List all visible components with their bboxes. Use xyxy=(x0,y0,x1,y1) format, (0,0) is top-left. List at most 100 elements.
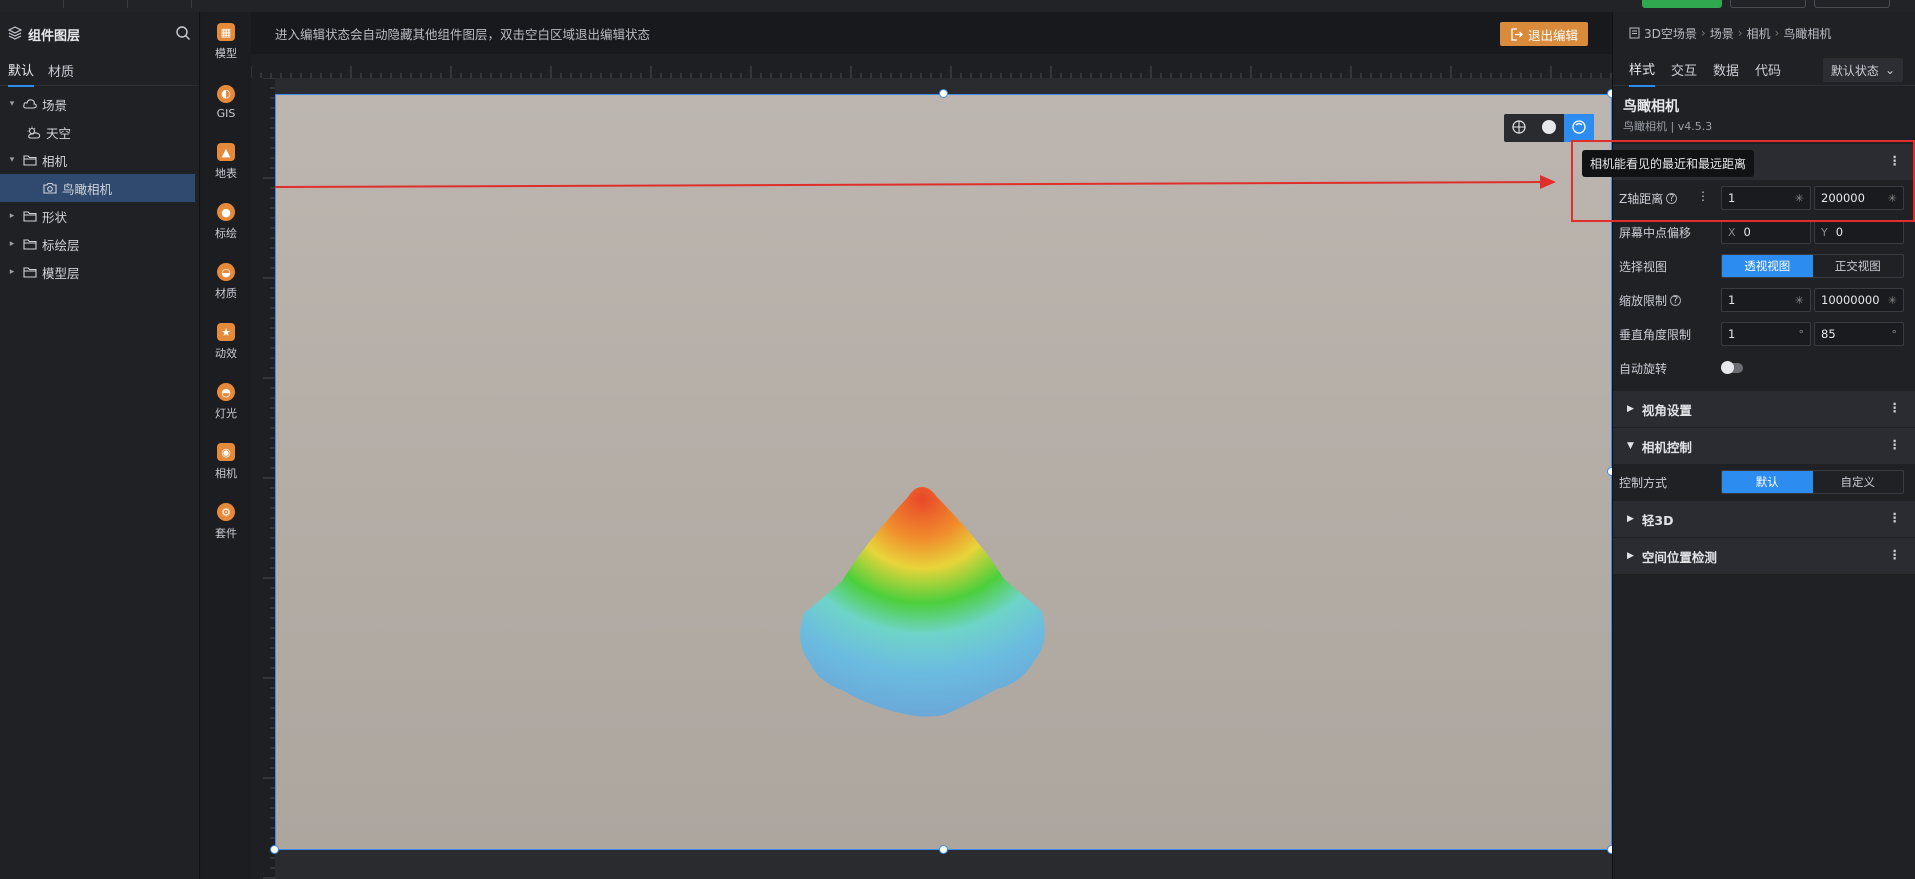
breadcrumb-item[interactable]: 鸟瞰相机 xyxy=(1783,25,1831,42)
breadcrumb-separator: › xyxy=(1774,26,1780,40)
chevron-down-icon[interactable]: ▾ xyxy=(6,99,18,109)
tool-model[interactable]: ▦ 模型 xyxy=(201,12,251,72)
sun-cloud-icon xyxy=(26,126,42,139)
tool-light[interactable]: ◓ 灯光 xyxy=(201,372,251,432)
breadcrumb-separator: › xyxy=(1737,26,1743,40)
chevron-down-icon: ▼ xyxy=(1627,441,1634,451)
sphere-view-button[interactable] xyxy=(1534,114,1564,142)
row-auto-rotate: 自动旋转 xyxy=(1613,351,1915,385)
tab-data[interactable]: 数据 xyxy=(1713,53,1739,86)
more-icon[interactable]: ⋮ xyxy=(1697,189,1709,203)
camera-mode-buttons xyxy=(1504,114,1594,142)
view-option-perspective[interactable]: 透视视图 xyxy=(1722,255,1813,277)
globe-icon xyxy=(1511,119,1527,138)
tree-item-sky[interactable]: 天空 xyxy=(0,118,199,146)
resize-handle[interactable] xyxy=(939,845,948,854)
top-publish-button[interactable] xyxy=(1642,0,1722,8)
help-icon[interactable]: ? xyxy=(1670,294,1682,306)
kit-icon: ⚙ xyxy=(217,503,235,521)
top-tab[interactable] xyxy=(128,0,192,8)
camera-icon: ◉ xyxy=(217,443,235,461)
layers-header: 组件图层 xyxy=(0,12,199,56)
tool-label: 相机 xyxy=(215,467,237,480)
section-light3d[interactable]: ▶ 轻3D ⋮ xyxy=(1613,501,1915,537)
more-icon[interactable]: ⋮ xyxy=(1889,547,1902,562)
drag-icon: ✳ xyxy=(1887,191,1897,205)
auto-rotate-toggle[interactable] xyxy=(1721,361,1743,374)
tab-code[interactable]: 代码 xyxy=(1755,53,1781,86)
control-segmented: 默认 自定义 xyxy=(1721,470,1904,494)
tool-terrain[interactable]: ▲ 地表 xyxy=(201,132,251,192)
view-option-orthographic[interactable]: 正交视图 xyxy=(1813,255,1904,277)
breadcrumb-item[interactable]: 3D空场景 xyxy=(1644,25,1697,42)
tree-item-scene[interactable]: ▾ 场景 xyxy=(0,90,199,118)
control-option-custom[interactable]: 自定义 xyxy=(1813,471,1904,493)
exit-edit-button[interactable]: 退出编辑 xyxy=(1499,22,1588,46)
top-tab[interactable] xyxy=(0,0,64,8)
control-option-default[interactable]: 默认 xyxy=(1722,471,1813,493)
chevron-right-icon[interactable]: ▸ xyxy=(6,267,18,277)
breadcrumb-item[interactable]: 场景 xyxy=(1710,25,1734,42)
tooltip: 相机能看见的最近和最远距离 xyxy=(1582,150,1754,177)
z-axis-max-input[interactable]: 200000 ✳ xyxy=(1814,186,1904,210)
state-select[interactable]: 默认状态 ⌄ xyxy=(1822,58,1903,82)
chevron-right-icon[interactable]: ▸ xyxy=(6,211,18,221)
tree-item-aerial-camera[interactable]: 鸟瞰相机 xyxy=(0,174,195,202)
breadcrumb-item[interactable]: 相机 xyxy=(1747,25,1771,42)
scene-viewport[interactable] xyxy=(275,94,1612,850)
tab-interaction[interactable]: 交互 xyxy=(1671,53,1697,86)
auto-rotate-label: 自动旋转 xyxy=(1619,361,1668,376)
more-icon[interactable]: ⋮ xyxy=(1889,510,1902,525)
tool-kit[interactable]: ⚙ 套件 xyxy=(201,492,251,552)
row-vertical-angle: 垂直角度限制 1 ° 85 ° xyxy=(1613,317,1915,351)
help-icon[interactable]: ? xyxy=(1666,192,1678,204)
orbit-view-button[interactable] xyxy=(1564,114,1594,142)
tree-item-model-layer[interactable]: ▸ 模型层 xyxy=(0,258,199,286)
tool-effect[interactable]: ★ 动效 xyxy=(201,312,251,372)
folder-icon xyxy=(22,210,38,222)
tool-camera[interactable]: ◉ 相机 xyxy=(201,432,251,492)
top-action-button[interactable] xyxy=(1814,0,1890,8)
top-tab[interactable] xyxy=(64,0,128,8)
marker-icon: ● xyxy=(217,203,235,221)
zoom-min-input[interactable]: 1 ✳ xyxy=(1721,288,1811,312)
vertical-min-input[interactable]: 1 ° xyxy=(1721,322,1811,346)
ruler-vertical xyxy=(251,78,275,879)
tool-label: 模型 xyxy=(215,47,237,60)
section-title: 视角设置 xyxy=(1641,402,1692,418)
camera-icon xyxy=(42,182,58,194)
cloud-icon xyxy=(22,98,38,110)
vertical-angle-label: 垂直角度限制 xyxy=(1619,327,1692,342)
z-axis-min-input[interactable]: 1 ✳ xyxy=(1721,186,1811,210)
tab-default[interactable]: 默认 xyxy=(8,54,35,87)
search-icon[interactable] xyxy=(175,25,191,44)
section-view-settings[interactable]: ▶ 视角设置 ⋮ xyxy=(1613,391,1915,427)
zoom-max-input[interactable]: 10000000 ✳ xyxy=(1814,288,1904,312)
tab-style[interactable]: 样式 xyxy=(1629,52,1656,87)
chevron-right-icon[interactable]: ▸ xyxy=(6,239,18,249)
top-action-button[interactable] xyxy=(1730,0,1806,8)
tree-item-plot-layer[interactable]: ▸ 标绘层 xyxy=(0,230,199,258)
degree-unit: ° xyxy=(1891,327,1898,341)
offset-y-input[interactable]: Y0 xyxy=(1814,220,1904,244)
tool-gis[interactable]: ◐ GIS xyxy=(201,72,251,132)
more-icon[interactable]: ⋮ xyxy=(1889,153,1902,168)
tree-item-shapes[interactable]: ▸ 形状 xyxy=(0,202,199,230)
tree-item-camera-group[interactable]: ▾ 相机 xyxy=(0,146,199,174)
more-icon[interactable]: ⋮ xyxy=(1889,437,1902,452)
globe-view-button[interactable] xyxy=(1504,114,1534,142)
tab-material[interactable]: 材质 xyxy=(48,55,74,86)
row-screen-offset: 屏幕中点偏移 X0 Y0 xyxy=(1613,215,1915,249)
more-icon[interactable]: ⋮ xyxy=(1889,400,1902,415)
tool-label: GIS xyxy=(216,106,236,120)
offset-x-input[interactable]: X0 xyxy=(1721,220,1811,244)
resize-handle[interactable] xyxy=(939,89,948,98)
resize-handle[interactable] xyxy=(270,845,279,854)
section-space-detect[interactable]: ▶ 空间位置检测 ⋮ xyxy=(1613,538,1915,574)
tool-material[interactable]: ◒ 材质 xyxy=(201,252,251,312)
chevron-down-icon[interactable]: ▾ xyxy=(6,155,18,165)
vertical-max-input[interactable]: 85 ° xyxy=(1814,322,1904,346)
section-camera-control[interactable]: ▼ 相机控制 ⋮ xyxy=(1613,428,1915,464)
exit-edit-label: 退出编辑 xyxy=(1527,27,1578,43)
tool-marker[interactable]: ● 标绘 xyxy=(201,192,251,252)
